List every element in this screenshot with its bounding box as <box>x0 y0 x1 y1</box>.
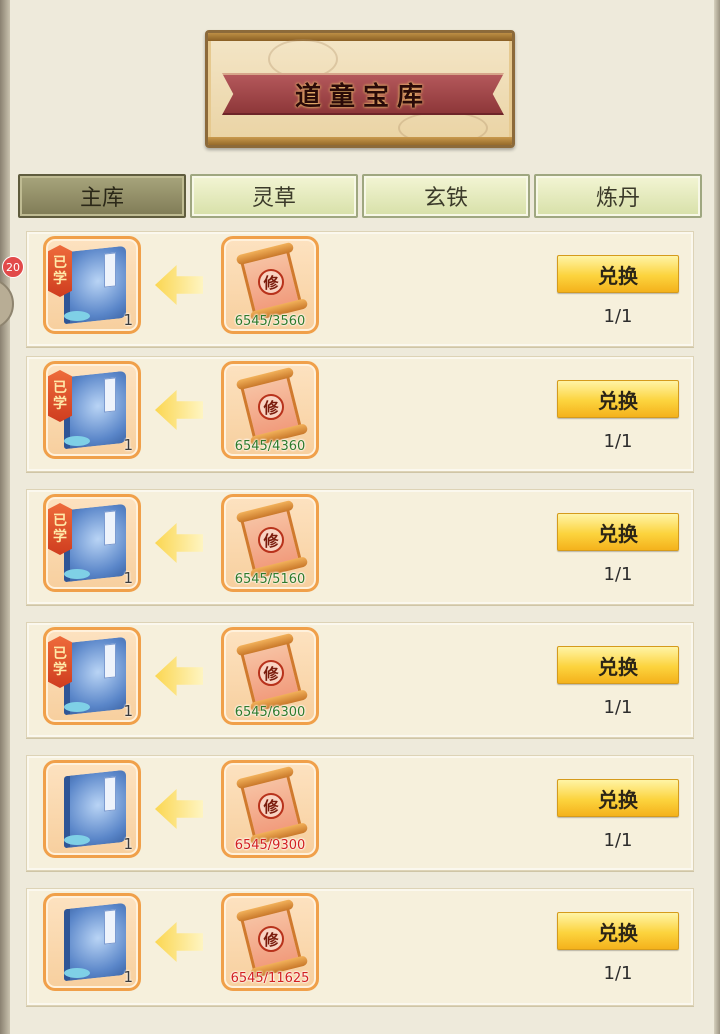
book-label-decor <box>104 377 116 413</box>
scroll-icon: 修 <box>239 638 303 708</box>
reward-count: 1 <box>123 835 133 853</box>
scroll-icon: 修 <box>239 372 303 442</box>
cost-progress: 6545/11625 <box>230 971 310 986</box>
scroll-char: 修 <box>258 527 284 553</box>
exchange-button[interactable]: 兑换 <box>557 513 679 551</box>
right-frame-edge <box>714 0 720 1034</box>
scroll-char: 修 <box>258 394 284 420</box>
learned-char-1: 已 <box>53 513 67 529</box>
arrow-left-icon <box>155 656 203 696</box>
tab-herbs[interactable]: 灵草 <box>190 174 358 218</box>
exchange-limit: 1/1 <box>603 306 633 327</box>
exchange-row: 已学 1 修 6545/3560 兑换 1/1 <box>26 231 694 347</box>
exchange-limit: 1/1 <box>603 431 633 452</box>
arrow-left-icon <box>155 523 203 563</box>
exchange-limit: 1/1 <box>603 830 633 851</box>
cost-slot[interactable]: 修 6545/4360 <box>221 361 319 459</box>
exchange-button[interactable]: 兑换 <box>557 255 679 293</box>
title-banner: 道童宝库 <box>205 30 515 148</box>
banner-top-rod <box>208 33 512 41</box>
arrow-left-icon <box>155 390 203 430</box>
book-label-decor <box>104 643 116 679</box>
scroll-char: 修 <box>258 926 284 952</box>
tab-bar: 主库 灵草 玄铁 炼丹 <box>18 174 702 218</box>
learned-badge: 已学 <box>48 503 72 555</box>
scroll-char: 修 <box>258 793 284 819</box>
book-label-decor <box>104 510 116 546</box>
arrow-left-icon <box>155 922 203 962</box>
reward-count: 1 <box>123 569 133 587</box>
tab-iron[interactable]: 玄铁 <box>362 174 530 218</box>
book-label-decor <box>104 252 116 288</box>
exchange-row: 1 修 6545/9300 兑换 1/1 <box>26 755 694 871</box>
learned-char-1: 已 <box>53 255 67 271</box>
exchange-button[interactable]: 兑换 <box>557 779 679 817</box>
page-title: 道童宝库 <box>294 81 431 112</box>
cost-progress: 6545/3560 <box>234 314 306 329</box>
learned-char-1: 已 <box>53 380 67 396</box>
book-tassel-decor <box>64 702 90 712</box>
learned-char-1: 已 <box>53 646 67 662</box>
exchange-limit: 1/1 <box>603 564 633 585</box>
left-frame-edge <box>0 0 10 1034</box>
book-tassel-decor <box>64 311 90 321</box>
book-tassel-decor <box>64 968 90 978</box>
exchange-row: 已学 1 修 6545/5160 兑换 1/1 <box>26 489 694 605</box>
scroll-char: 修 <box>258 660 284 686</box>
reward-slot[interactable]: 已学 1 <box>43 361 141 459</box>
reward-count: 1 <box>123 311 133 329</box>
reward-count: 1 <box>123 968 133 986</box>
cost-progress: 6545/5160 <box>234 572 306 587</box>
exchange-button[interactable]: 兑换 <box>557 912 679 950</box>
scroll-icon: 修 <box>239 771 303 841</box>
reward-count: 1 <box>123 436 133 454</box>
arrow-left-icon <box>155 789 203 829</box>
scroll-icon: 修 <box>239 505 303 575</box>
exchange-limit: 1/1 <box>603 963 633 984</box>
learned-char-2: 学 <box>53 529 67 545</box>
exchange-row: 已学 1 修 6545/4360 兑换 1/1 <box>26 356 694 472</box>
book-tassel-decor <box>64 835 90 845</box>
banner-ribbon: 道童宝库 <box>222 73 504 115</box>
cost-slot[interactable]: 修 6545/3560 <box>221 236 319 334</box>
exchange-row: 已学 1 修 6545/6300 兑换 1/1 <box>26 622 694 738</box>
exchange-button[interactable]: 兑换 <box>557 646 679 684</box>
reward-slot[interactable]: 1 <box>43 893 141 991</box>
cost-slot[interactable]: 修 6545/9300 <box>221 760 319 858</box>
scroll-icon: 修 <box>239 247 303 317</box>
scroll-char: 修 <box>258 269 284 295</box>
reward-slot[interactable]: 1 <box>43 760 141 858</box>
cost-slot[interactable]: 修 6545/5160 <box>221 494 319 592</box>
book-tassel-decor <box>64 436 90 446</box>
notification-badge: 20 <box>2 256 24 278</box>
learned-char-2: 学 <box>53 662 67 678</box>
exchange-limit: 1/1 <box>603 697 633 718</box>
learned-badge: 已学 <box>48 636 72 688</box>
book-tassel-decor <box>64 569 90 579</box>
reward-slot[interactable]: 已学 1 <box>43 627 141 725</box>
cost-progress: 6545/4360 <box>234 439 306 454</box>
exchange-row: 1 修 6545/11625 兑换 1/1 <box>26 888 694 1006</box>
tab-alchemy[interactable]: 炼丹 <box>534 174 702 218</box>
reward-slot[interactable]: 已学 1 <box>43 494 141 592</box>
reward-count: 1 <box>123 702 133 720</box>
learned-badge: 已学 <box>48 245 72 297</box>
cost-progress: 6545/9300 <box>234 838 306 853</box>
cost-slot[interactable]: 修 6545/6300 <box>221 627 319 725</box>
learned-char-2: 学 <box>53 396 67 412</box>
tab-main-vault[interactable]: 主库 <box>18 174 186 218</box>
learned-char-2: 学 <box>53 271 67 287</box>
book-label-decor <box>104 909 116 945</box>
book-label-decor <box>104 776 116 812</box>
reward-slot[interactable]: 已学 1 <box>43 236 141 334</box>
exchange-button[interactable]: 兑换 <box>557 380 679 418</box>
scroll-icon: 修 <box>239 904 303 974</box>
cost-progress: 6545/6300 <box>234 705 306 720</box>
arrow-left-icon <box>155 265 203 305</box>
learned-badge: 已学 <box>48 370 72 422</box>
banner-bottom-rod <box>208 137 512 145</box>
cost-slot[interactable]: 修 6545/11625 <box>221 893 319 991</box>
